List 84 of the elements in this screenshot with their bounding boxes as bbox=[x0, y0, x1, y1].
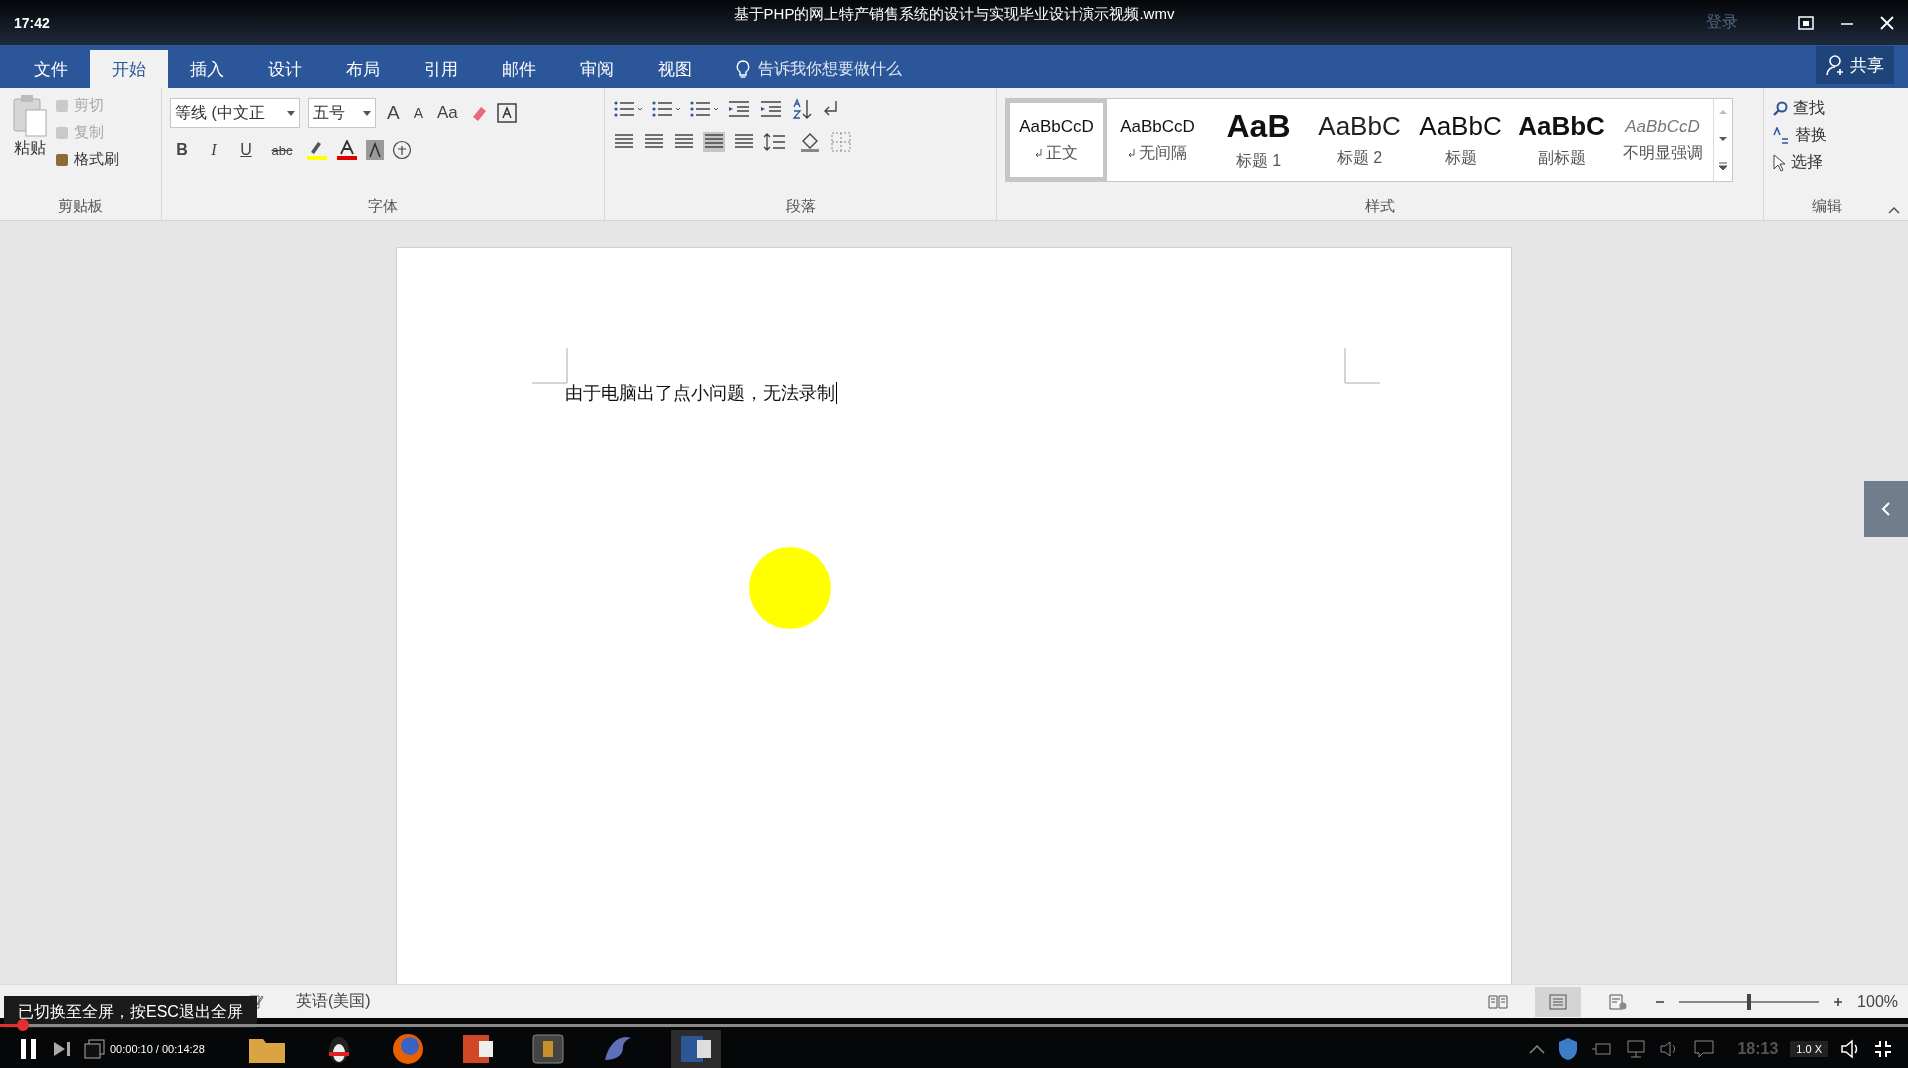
page-icon bbox=[1548, 993, 1569, 1010]
clock: 17:42 bbox=[14, 14, 50, 31]
book-icon bbox=[1488, 993, 1509, 1010]
font-size-field[interactable]: 五号 bbox=[308, 98, 376, 128]
language-indicator[interactable]: 英语(美国) bbox=[296, 991, 371, 1012]
search-icon bbox=[1772, 100, 1788, 117]
crop-mark bbox=[532, 348, 568, 384]
ribbon-tab[interactable]: 审阅 bbox=[558, 50, 636, 88]
shield-icon[interactable] bbox=[1557, 1037, 1580, 1061]
caret-icon bbox=[287, 110, 295, 116]
crop-mark bbox=[1344, 348, 1380, 384]
font-name-field[interactable]: 等线 (中文正 bbox=[170, 98, 300, 128]
restore-icon[interactable] bbox=[1798, 15, 1814, 30]
change-case-button[interactable]: Aa bbox=[434, 103, 461, 123]
progress-bar[interactable] bbox=[0, 1019, 1908, 1030]
pointer-icon bbox=[1772, 153, 1786, 172]
print-view-button[interactable] bbox=[1535, 986, 1582, 1017]
exit-fullscreen-icon[interactable] bbox=[1874, 1040, 1892, 1058]
clipboard-icon bbox=[12, 94, 48, 138]
sort-icon[interactable] bbox=[791, 98, 813, 120]
group-label: 编辑 bbox=[1811, 197, 1843, 216]
zoom-in-icon[interactable] bbox=[1833, 996, 1844, 1007]
format-button[interactable]: abc bbox=[266, 142, 298, 158]
playback-time: 00:00:10 / 00:14:28 bbox=[110, 1043, 205, 1055]
list-icon[interactable] bbox=[689, 99, 719, 119]
video-title: 基于PHP的网上特产销售系统的设计与实现毕业设计演示视频.wmv bbox=[733, 5, 1175, 24]
collapse-ribbon-icon[interactable] bbox=[1888, 206, 1900, 214]
tray-clock: 18:13 bbox=[1737, 1040, 1779, 1058]
list-icon[interactable] bbox=[613, 99, 643, 119]
style-item[interactable]: AaBbCcD 正文 bbox=[1006, 99, 1107, 181]
app-icon[interactable] bbox=[530, 1033, 565, 1065]
document-app-icon[interactable] bbox=[670, 1030, 721, 1068]
ribbon-tab[interactable]: 视图 bbox=[636, 50, 714, 88]
close-icon[interactable] bbox=[1880, 15, 1894, 30]
group-label: 字体 bbox=[367, 197, 399, 216]
share-button[interactable]: 共享 bbox=[1816, 46, 1894, 84]
playback-speed[interactable]: 1.0 X bbox=[1790, 1041, 1828, 1057]
ribbon-tab[interactable]: 设计 bbox=[246, 50, 324, 88]
indent-icon[interactable] bbox=[759, 99, 783, 119]
more-icon[interactable] bbox=[1718, 161, 1728, 172]
group-label: 段落 bbox=[784, 197, 817, 216]
scroll-down-icon[interactable] bbox=[1718, 135, 1728, 143]
browser-icon[interactable] bbox=[390, 1032, 425, 1066]
ribbon-tab[interactable]: 布局 bbox=[324, 50, 402, 88]
indent-icon[interactable] bbox=[727, 99, 751, 119]
ribbon-tab[interactable]: 插入 bbox=[168, 50, 246, 88]
enclosed-character-icon[interactable] bbox=[392, 140, 412, 160]
shading-icon[interactable] bbox=[366, 140, 384, 160]
paste-button[interactable]: 粘贴 bbox=[8, 94, 52, 197]
shrink-font-button[interactable]: A bbox=[410, 105, 427, 121]
align-icon[interactable] bbox=[703, 132, 725, 152]
format-button[interactable]: U bbox=[234, 141, 258, 159]
format-button[interactable]: I bbox=[202, 141, 226, 159]
editing-command[interactable]: 选择 bbox=[1772, 152, 1882, 173]
person-add-icon bbox=[1826, 54, 1846, 76]
replace-icon bbox=[1772, 126, 1790, 145]
group-label: 剪贴板 bbox=[57, 197, 104, 216]
grow-font-button[interactable]: A bbox=[384, 102, 403, 124]
chevron-up-icon[interactable] bbox=[1529, 1044, 1546, 1054]
list-icon[interactable] bbox=[651, 99, 681, 119]
clipboard-command[interactable]: 格式刷 bbox=[52, 148, 121, 171]
group-label: 样式 bbox=[1364, 197, 1396, 216]
highlighter-icon[interactable] bbox=[306, 140, 328, 160]
document-text: 由于电脑出了点小问题，无法录制 bbox=[565, 382, 835, 405]
editing-command[interactable]: 查找 bbox=[1772, 98, 1882, 119]
window-mode-icon[interactable] bbox=[84, 1039, 106, 1059]
next-icon[interactable] bbox=[52, 1040, 72, 1058]
tell-me-field[interactable]: 告诉我你想要做什么 bbox=[756, 59, 980, 79]
ribbon-tab[interactable]: 开始 bbox=[90, 50, 168, 88]
chevron-left-icon bbox=[1881, 501, 1891, 517]
text-cursor bbox=[836, 382, 837, 404]
editing-command[interactable]: 替换 bbox=[1772, 125, 1882, 146]
zoom-level[interactable]: 100% bbox=[1857, 992, 1898, 1011]
font-color-icon[interactable] bbox=[336, 140, 358, 160]
ribbon-tab[interactable]: 邮件 bbox=[480, 50, 558, 88]
caret-icon bbox=[363, 110, 371, 116]
format-button[interactable]: B bbox=[170, 141, 194, 159]
fullscreen-toast: 已切换至全屏，按ESC退出全屏 bbox=[4, 996, 257, 1028]
lightbulb-icon bbox=[736, 60, 750, 78]
ribbon-tab[interactable]: 文件 bbox=[12, 50, 90, 88]
border-letter-icon[interactable] bbox=[496, 103, 517, 123]
ribbon-tab[interactable]: 引用 bbox=[402, 50, 480, 88]
web-page-icon bbox=[1608, 993, 1629, 1010]
presentation-app-icon[interactable] bbox=[460, 1033, 495, 1065]
